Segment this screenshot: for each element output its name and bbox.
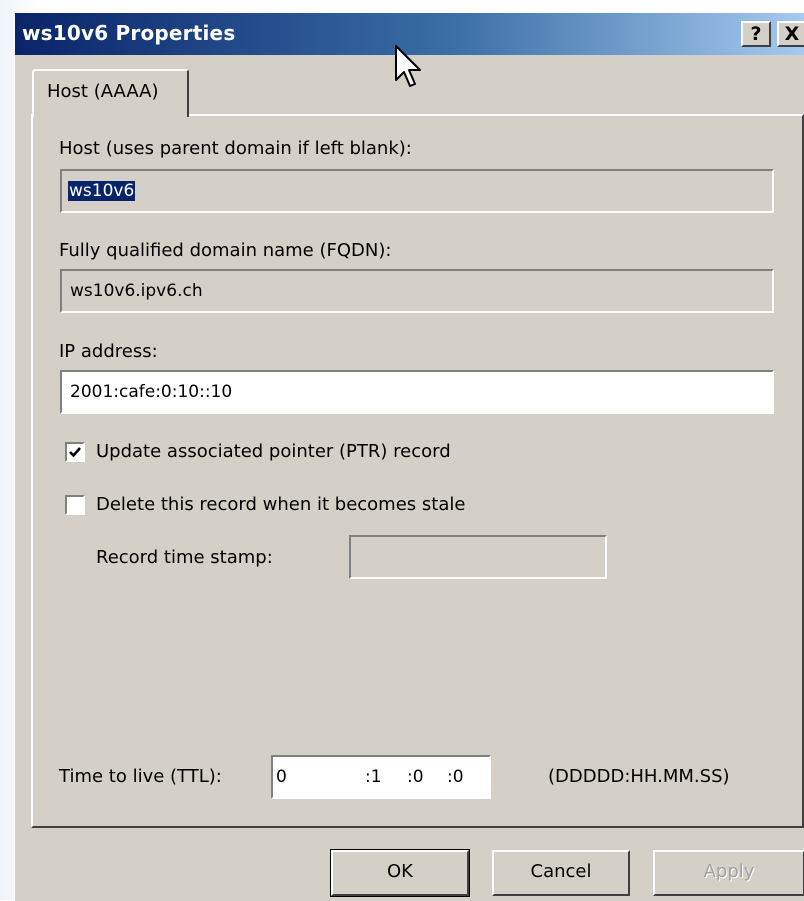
ttl-label: Time to live (TTL): [59,766,222,787]
ttl-days[interactable]: 0 [276,767,287,787]
help-button[interactable]: ? [741,21,771,47]
ptr-checkbox[interactable] [65,442,85,462]
check-icon [69,447,81,458]
stale-checkbox[interactable] [65,495,85,515]
stale-checkbox-label[interactable]: Delete this record when it becomes stale [96,494,465,515]
timestamp-label: Record time stamp: [96,547,273,568]
apply-button[interactable]: Apply [653,850,804,896]
properties-dialog: ws10v6 Properties ? X Host (AAAA) Host (… [14,12,804,901]
ttl-format-hint: (DDDDD:HH.MM.SS) [548,766,730,787]
fqdn-field[interactable]: ws10v6.ipv6.ch [60,269,774,313]
ptr-checkbox-label[interactable]: Update associated pointer (PTR) record [96,441,451,462]
close-button[interactable]: X [777,21,804,47]
tab-panel [31,114,804,828]
host-label: Host (uses parent domain if left blank): [59,138,412,159]
window-title: ws10v6 Properties [22,21,236,45]
ip-address-input[interactable]: 2001:cafe:0:10::10 [60,370,774,414]
ttl-hours[interactable]: :1 [365,767,382,787]
tab-label: Host (AAAA) [47,81,159,102]
ip-address-value: 2001:cafe:0:10::10 [70,382,233,402]
ip-address-label: IP address: [59,341,158,362]
ok-button[interactable]: OK [330,849,470,897]
ttl-seconds[interactable]: :0 [447,767,464,787]
timestamp-field [349,535,607,579]
host-value: ws10v6 [68,181,136,201]
ttl-minutes[interactable]: :0 [407,767,424,787]
fqdn-value: ws10v6.ipv6.ch [70,281,203,301]
host-field[interactable]: ws10v6 [60,169,774,213]
cancel-button[interactable]: Cancel [492,850,630,896]
ttl-input[interactable]: 0 :1 :0 :0 [271,755,491,799]
mouse-cursor-icon [395,45,421,87]
tab-host-aaaa[interactable]: Host (AAAA) [32,69,189,117]
fqdn-label: Fully qualified domain name (FQDN): [59,240,392,261]
